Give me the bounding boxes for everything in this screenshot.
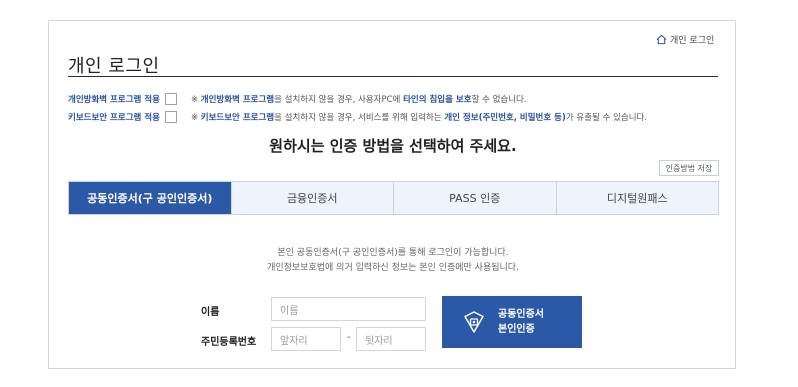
note-highlight: 개인 정보(주민번호, 비밀번호 등)	[444, 113, 566, 123]
tab-joint-certificate[interactable]: 공동인증서(구 공인인증서)	[69, 182, 231, 214]
note-prefix: ※	[190, 113, 201, 123]
home-link-label: 개인 로그인	[670, 36, 715, 46]
keyboard-option-row: 키보드보안 프로그램 적용 ※ 키보드보안 프로그램을 설치하지 않을 경우, …	[68, 111, 647, 123]
firewall-note: ※ 개인방화벽 프로그램을 설치하지 않을 경우, 사용자PC에 타인의 침입을…	[191, 93, 527, 105]
firewall-checkbox[interactable]	[164, 93, 177, 105]
name-label: 이름	[201, 307, 220, 318]
title-divider	[68, 76, 718, 77]
rrn-label: 주민등록번호	[201, 337, 257, 348]
auth-description-line: 본인 공동인증서(구 공인인증서)를 통해 로그인이 가능합니다.	[277, 248, 509, 258]
keyboard-option-label: 키보드보안 프로그램 적용	[68, 113, 160, 123]
login-card: 개인 로그인 개인 로그인 개인방화벽 프로그램 적용 ※ 개인방화벽 프로그램…	[48, 20, 736, 369]
keyboard-checkbox[interactable]	[164, 111, 177, 123]
rrn-separator: -	[347, 332, 351, 343]
note-text: 할 수 없습니다.	[471, 95, 527, 105]
home-link[interactable]: 개인 로그인	[656, 33, 714, 46]
cert-button-line2: 본인인증	[498, 324, 535, 335]
note-prefix: ※	[190, 95, 201, 105]
keyboard-note: ※ 키보드보안 프로그램을 설치하지 않을 경우, 서비스를 위해 입력하는 개…	[191, 111, 647, 123]
note-highlight: 키보드보안 프로그램	[200, 113, 275, 123]
firewall-option-row: 개인방화벽 프로그램 적용 ※ 개인방화벽 프로그램을 설치하지 않을 경우, …	[68, 93, 527, 105]
name-input[interactable]: 이름	[271, 297, 426, 321]
note-text: 을 설치하지 않을 경우, 서비스를 위해 입력하는	[274, 113, 445, 123]
rrn-front-input[interactable]: 앞자리	[271, 327, 341, 351]
certificate-shield-icon	[464, 311, 484, 333]
firewall-option-label: 개인방화벽 프로그램 적용	[68, 95, 160, 105]
note-text: 을 설치하지 않을 경우, 사용자PC에	[274, 95, 404, 105]
note-text: 가 유출될 수 있습니다.	[565, 113, 648, 123]
cert-button-text: 공동인증서 본인인증	[498, 307, 544, 337]
auth-description-line: 개인정보보호법에 의거 입력하신 정보는 본인 인증에만 사용됩니다.	[267, 263, 519, 273]
joint-cert-auth-button[interactable]: 공동인증서 본인인증	[442, 296, 582, 348]
home-icon	[656, 34, 667, 45]
auth-method-tabs: 공동인증서(구 공인인증서) 금융인증서 PASS 인증 디지털원패스	[68, 181, 719, 215]
tab-digital-onepass[interactable]: 디지털원패스	[555, 182, 718, 214]
tab-financial-certificate[interactable]: 금융인증서	[230, 182, 393, 214]
tab-pass[interactable]: PASS 인증	[393, 182, 556, 214]
page-title: 개인 로그인	[68, 56, 160, 77]
rrn-back-input[interactable]: 뒷자리	[356, 327, 426, 351]
save-auth-method-button[interactable]: 인증방법 저장	[659, 160, 719, 176]
auth-method-heading: 원하시는 인증 방법을 선택하여 주세요.	[269, 137, 517, 155]
cert-button-line1: 공동인증서	[498, 309, 544, 320]
note-highlight: 타인의 침입을 보호	[403, 95, 472, 105]
note-highlight: 개인방화벽 프로그램	[200, 95, 275, 105]
